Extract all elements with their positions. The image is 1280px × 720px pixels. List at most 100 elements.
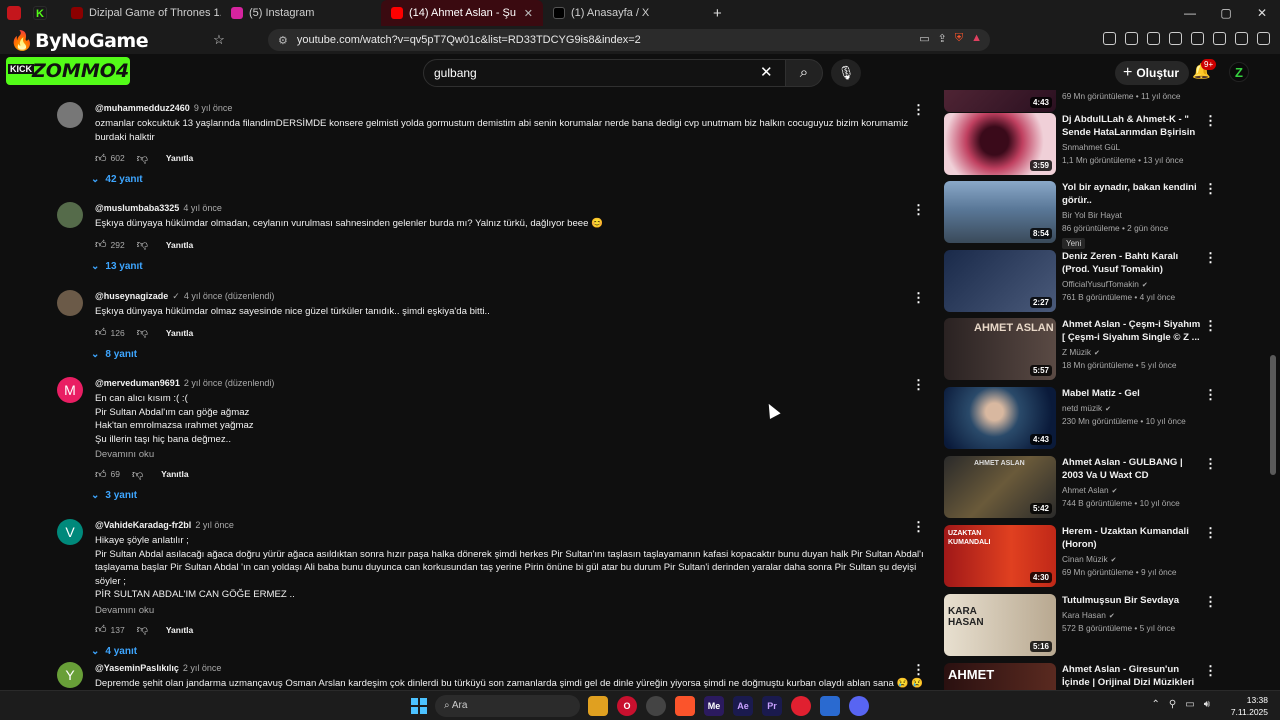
comment-more-icon[interactable]: ⋮ (912, 662, 925, 678)
dislike-icon[interactable]: 👎︎ (137, 152, 148, 165)
video-thumbnail[interactable]: AHMET ASLAN 5:42 (944, 456, 1056, 518)
share-icon[interactable]: ⇪ (938, 32, 947, 45)
tab-dizipal[interactable]: Dizipal Game of Thrones 1.Sezon 6.B (61, 0, 221, 26)
more-actions-icon[interactable]: ⋮ (1204, 525, 1217, 541)
show-replies-button[interactable]: ⌄ 42 yanıt (91, 174, 925, 185)
comment-time[interactable]: 9 yıl önce (194, 103, 233, 113)
tab-x[interactable]: (1) Anasayfa / X (543, 0, 703, 26)
rewards-icon[interactable]: ▲ (971, 32, 982, 45)
comment-time[interactable]: 4 yıl önce (düzenlendi) (184, 291, 275, 301)
more-actions-icon[interactable]: ⋮ (1204, 181, 1217, 197)
comment-more-icon[interactable]: ⋮ (912, 377, 925, 393)
like-icon[interactable]: 👍︎ (95, 623, 107, 636)
address-bar[interactable]: ⚙ youtube.com/watch?v=qv5pT7Qw01c&list=R… (268, 29, 990, 51)
recommendation-item[interactable]: AHMET Ahmet Aslan - Giresun'un İçinde | … (944, 663, 1219, 690)
more-actions-icon[interactable]: ⋮ (1204, 113, 1217, 129)
video-thumbnail[interactable]: 4:43 (944, 90, 1056, 112)
more-actions-icon[interactable]: ⋮ (1204, 250, 1217, 266)
comment-time[interactable]: 2 yıl önce (195, 520, 234, 530)
read-more-link[interactable]: Devamını oku (95, 605, 925, 616)
video-title[interactable]: Ahmet Aslan - Giresun'un İçinde | Orijin… (1062, 663, 1202, 689)
video-thumbnail[interactable]: 3:59 (944, 113, 1056, 175)
shield-icon[interactable]: ⛨ (955, 32, 963, 45)
after-effects-icon[interactable]: Ae (733, 696, 753, 716)
system-clock[interactable]: 13:38 7.11.2025 (1231, 694, 1268, 718)
comment-author[interactable]: @VahideKaradag-fr2bl (95, 520, 191, 530)
avatar[interactable] (57, 102, 83, 128)
scrollbar-thumb[interactable] (1270, 355, 1276, 475)
avatar[interactable]: M (57, 377, 83, 403)
video-title[interactable]: Dj AbdulLLah & Ahmet-K - " Sende HataLar… (1062, 113, 1202, 139)
tab-instagram[interactable]: (5) Instagram (221, 0, 381, 26)
site-info-icon[interactable]: ⚙ (278, 34, 288, 47)
comment-more-icon[interactable]: ⋮ (912, 519, 925, 535)
reply-button[interactable]: Yanıtla (166, 240, 193, 250)
recommendation-item[interactable]: 2:27 Deniz Zeren - Bahtı Karalı (Prod. Y… (944, 250, 1219, 312)
like-icon[interactable]: 👍︎ (95, 238, 107, 251)
like-icon[interactable]: 👍︎ (95, 468, 107, 481)
show-replies-button[interactable]: ⌄ 13 yanıt (91, 261, 925, 272)
comment-author[interactable]: @merveduman9691 (95, 378, 180, 388)
comment-time[interactable]: 2 yıl önce (düzenlendi) (184, 378, 275, 388)
recommendation-item[interactable]: 3:59 Dj AbdulLLah & Ahmet-K - " Sende Ha… (944, 113, 1219, 175)
kick-pinned-tab-icon[interactable]: K (33, 6, 47, 20)
opera-icon[interactable]: O (617, 696, 637, 716)
ai-icon[interactable] (1213, 32, 1226, 45)
avatar[interactable]: V (57, 519, 83, 545)
channel-name[interactable]: Snmahmet GüL (1062, 142, 1202, 152)
minimize-button[interactable]: — (1172, 0, 1208, 26)
avatar[interactable]: Y (57, 662, 83, 688)
network-app-icon[interactable] (820, 696, 840, 716)
recommendation-item[interactable]: 4:43 Mabel Matiz - Gel netd müzik ✔ 230 M… (944, 387, 1219, 449)
channel-name[interactable]: Ahmet Aslan ✔ (1062, 485, 1202, 495)
clear-search-icon[interactable]: ✕ (760, 63, 773, 81)
video-thumbnail[interactable]: AHMET (944, 663, 1056, 690)
video-title[interactable]: Deniz Zeren - Bahtı Karalı (Prod. Yusuf … (1062, 250, 1202, 276)
screenshot-icon[interactable] (1125, 32, 1138, 45)
app-icon[interactable] (646, 696, 666, 716)
windows-start-icon[interactable] (411, 698, 427, 714)
premiere-icon[interactable]: Pr (762, 696, 782, 716)
volume-icon[interactable]: 🔊︎ (1204, 699, 1210, 710)
video-thumbnail[interactable]: 4:43 (944, 387, 1056, 449)
maximize-button[interactable]: ▢ (1208, 0, 1244, 26)
menu-icon[interactable] (1257, 32, 1270, 45)
video-title[interactable]: Yol bir aynadır, bakan kendini görür.. (1062, 181, 1202, 207)
channel-name[interactable]: Z Müzik ✔ (1062, 347, 1202, 357)
file-explorer-icon[interactable] (588, 696, 608, 716)
new-tab-button[interactable]: + (713, 5, 722, 22)
reply-button[interactable]: Yanıtla (166, 153, 193, 163)
bookmark-icon[interactable]: ☆ (213, 32, 225, 48)
voice-search-button[interactable]: 🎙 (831, 59, 861, 87)
close-window-button[interactable]: ✕ (1244, 0, 1280, 26)
more-actions-icon[interactable]: ⋮ (1204, 594, 1217, 610)
dislike-icon[interactable]: 👎︎ (137, 623, 148, 636)
channel-name[interactable]: Bir Yol Bir Hayat (1062, 210, 1202, 220)
more-actions-icon[interactable]: ⋮ (1204, 318, 1217, 334)
show-replies-button[interactable]: ⌄ 3 yanıt (91, 490, 925, 501)
media-player-icon[interactable] (791, 696, 811, 716)
video-thumbnail[interactable]: UZAKTAN KUMANDALI 4:30 (944, 525, 1056, 587)
video-title[interactable]: Ahmet Aslan - GULBANG | 2003 Va U Waxt C… (1062, 456, 1202, 482)
like-icon[interactable]: 👍︎ (95, 152, 107, 165)
comment-more-icon[interactable]: ⋮ (912, 202, 925, 218)
dislike-icon[interactable]: 👎︎ (137, 326, 148, 339)
show-replies-button[interactable]: ⌄ 8 yanıt (91, 349, 925, 360)
like-icon[interactable]: 👍︎ (95, 326, 107, 339)
recommendation-item[interactable]: 4:43 69 Mn görüntüleme • 11 yıl önce (944, 90, 1219, 112)
discord-icon[interactable] (849, 696, 869, 716)
video-title[interactable]: Herem - Uzaktan Kumandali (Horon) (1062, 525, 1202, 551)
show-replies-button[interactable]: ⌄ 4 yanıt (91, 646, 925, 657)
cast-icon[interactable]: ▭ (919, 32, 929, 45)
search-button[interactable]: ⌕ (785, 59, 823, 87)
video-title[interactable]: Ahmet Aslan - Çeşm-i Siyahım [ Çeşm-i Si… (1062, 318, 1202, 344)
more-actions-icon[interactable]: ⋮ (1204, 663, 1217, 679)
vpn-icon[interactable] (1235, 32, 1248, 45)
comment-time[interactable]: 4 yıl önce (183, 203, 222, 213)
recommendation-item[interactable]: UZAKTAN KUMANDALI 4:30 Herem - Uzaktan Ku… (944, 525, 1219, 587)
pin-icon[interactable]: ⚲ (1169, 699, 1176, 710)
video-thumbnail[interactable]: KARA HASAN 5:16 (944, 594, 1056, 656)
recommendation-item[interactable]: AHMET ASLAN 5:57 Ahmet Aslan - Çeşm-i Siy… (944, 318, 1219, 380)
more-actions-icon[interactable]: ⋮ (1204, 456, 1217, 472)
reply-button[interactable]: Yanıtla (161, 469, 188, 479)
